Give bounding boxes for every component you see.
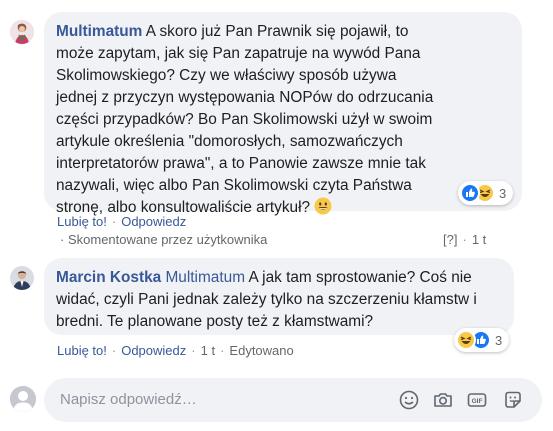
separator-dot: · [111,214,117,229]
like-reaction-icon [460,183,480,203]
like-link-2[interactable]: Lubię to! [57,343,107,358]
timestamp-1[interactable]: 1 t [472,232,486,247]
avatar-marcin-kostka-image [10,266,34,290]
reaction-count-2: 3 [495,332,503,348]
gif-icon[interactable]: GIF [466,389,488,411]
avatar-multimatum[interactable] [10,20,34,44]
comment-actions-1: Lubię to! · Odpowiedz [57,214,186,229]
info-bracket-link[interactable]: [?] [443,232,457,247]
separator-dot: · [462,232,467,247]
comment-author-1[interactable]: Multimatum [56,23,142,40]
separator-dot: · [111,343,117,358]
reply-input[interactable]: Napisz odpowiedź… GIF [44,378,542,422]
svg-text:GIF: GIF [472,398,483,405]
haha-reaction-icon [456,330,476,350]
camera-icon[interactable] [432,389,454,411]
commented-by-label: Skomentowane przez użytkownika [67,232,268,247]
comment-meta-1: [?] · 1 t [443,232,486,247]
reply-placeholder: Napisz odpowiedź… [60,391,197,408]
comment-actions-2: Lubię to! · Odpowiedz · 1 t · Edytowano [57,343,294,358]
reactions-summary-2[interactable]: 3 [454,328,510,352]
separator-dot: · [60,232,65,247]
reactions-summary-1[interactable]: 3 [458,181,514,205]
reaction-count-1: 3 [499,185,507,201]
avatar-multimatum-image [10,20,34,44]
timestamp-2[interactable]: 1 t [201,343,215,358]
reply-link-2[interactable]: Odpowiedz [121,343,186,358]
comment-bubble-2: Marcin Kostka Multimatum A jak tam spros… [44,258,514,335]
comment-note-1: · Skomentowane przez użytkownika [60,232,267,247]
emoji-icon[interactable] [398,389,420,411]
comment-bubble-1: Multimatum A skoro już Pan Prawnik się p… [44,12,522,216]
reply-link-1[interactable]: Odpowiedz [121,214,186,229]
sticker-icon[interactable] [502,389,524,411]
current-user-avatar [10,386,36,412]
grinning-emoji-icon [314,197,332,215]
like-link-1[interactable]: Lubię to! [57,214,107,229]
separator-dot: · [191,343,196,358]
avatar-marcin-kostka[interactable] [10,266,34,290]
mention-tag[interactable]: Multimatum [165,269,245,286]
separator-dot: · [220,343,225,358]
comment-author-2[interactable]: Marcin Kostka [56,269,161,286]
comment-text-1: A skoro już Pan Prawnik się pojawił, to … [56,23,434,216]
edited-label[interactable]: Edytowano [229,343,293,358]
